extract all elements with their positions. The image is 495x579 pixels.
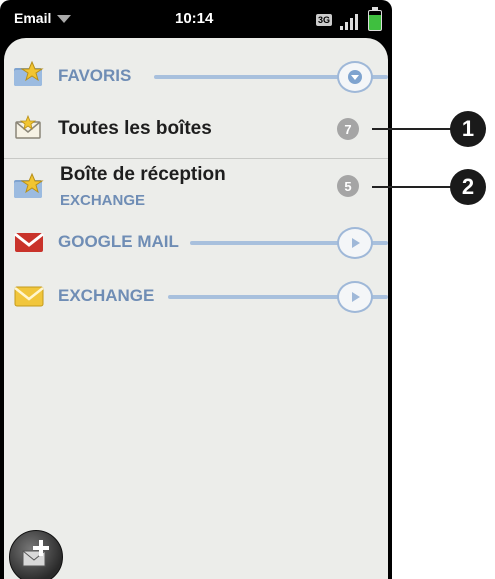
email-accounts-screen: FAVORIS Toutes les boîtes 7 Boîte de réc…	[4, 38, 388, 579]
inbox-account-label: EXCHANGE	[60, 192, 146, 209]
callout-line	[372, 128, 452, 130]
compose-button[interactable]	[9, 530, 63, 579]
network-type: 3G	[316, 14, 333, 26]
exchange-label: EXCHANGE	[58, 286, 159, 306]
account-item-google-mail[interactable]: GOOGLE MAIL	[4, 222, 388, 262]
callout-marker: 1	[450, 111, 486, 147]
favorites-header-label: FAVORIS	[58, 66, 136, 86]
inbox-item[interactable]: Boîte de réception EXCHANGE 5	[4, 162, 388, 212]
all-inboxes-item[interactable]: Toutes les boîtes 7	[4, 108, 388, 150]
signal-icon	[340, 12, 364, 30]
inbox-label: Boîte de réception	[60, 164, 226, 185]
app-menu[interactable]: Email	[14, 10, 72, 26]
unread-count-badge: 7	[337, 118, 359, 140]
expand-account-button[interactable]	[337, 281, 373, 313]
callout-line	[372, 186, 452, 188]
star-folder-icon	[14, 60, 44, 86]
phone-frame: Email 10:14 3G FAVORIS Toutes les boîtes…	[0, 0, 392, 579]
star-folder-icon	[14, 172, 44, 198]
expand-account-button[interactable]	[337, 227, 373, 259]
chevron-down-icon	[348, 70, 362, 84]
envelope-star-icon	[15, 114, 41, 139]
favorites-header[interactable]: FAVORIS	[4, 56, 388, 96]
gmail-envelope-icon	[14, 232, 44, 252]
play-arrow-icon	[352, 238, 360, 248]
play-arrow-icon	[352, 292, 360, 302]
collapse-section-button[interactable]	[337, 61, 373, 93]
compose-email-icon	[22, 540, 49, 567]
row-divider	[4, 158, 388, 159]
unread-count-badge: 5	[337, 175, 359, 197]
clock: 10:14	[175, 10, 214, 27]
exchange-envelope-icon	[14, 286, 44, 307]
battery-icon	[368, 7, 382, 31]
app-menu-label: Email	[14, 10, 52, 26]
callout-marker: 2	[450, 169, 486, 205]
google-mail-label: GOOGLE MAIL	[58, 232, 183, 252]
chevron-down-icon	[57, 15, 72, 23]
status-bar: Email 10:14 3G	[0, 0, 392, 38]
all-inboxes-label: Toutes les boîtes	[58, 118, 212, 139]
account-item-exchange[interactable]: EXCHANGE	[4, 276, 388, 316]
